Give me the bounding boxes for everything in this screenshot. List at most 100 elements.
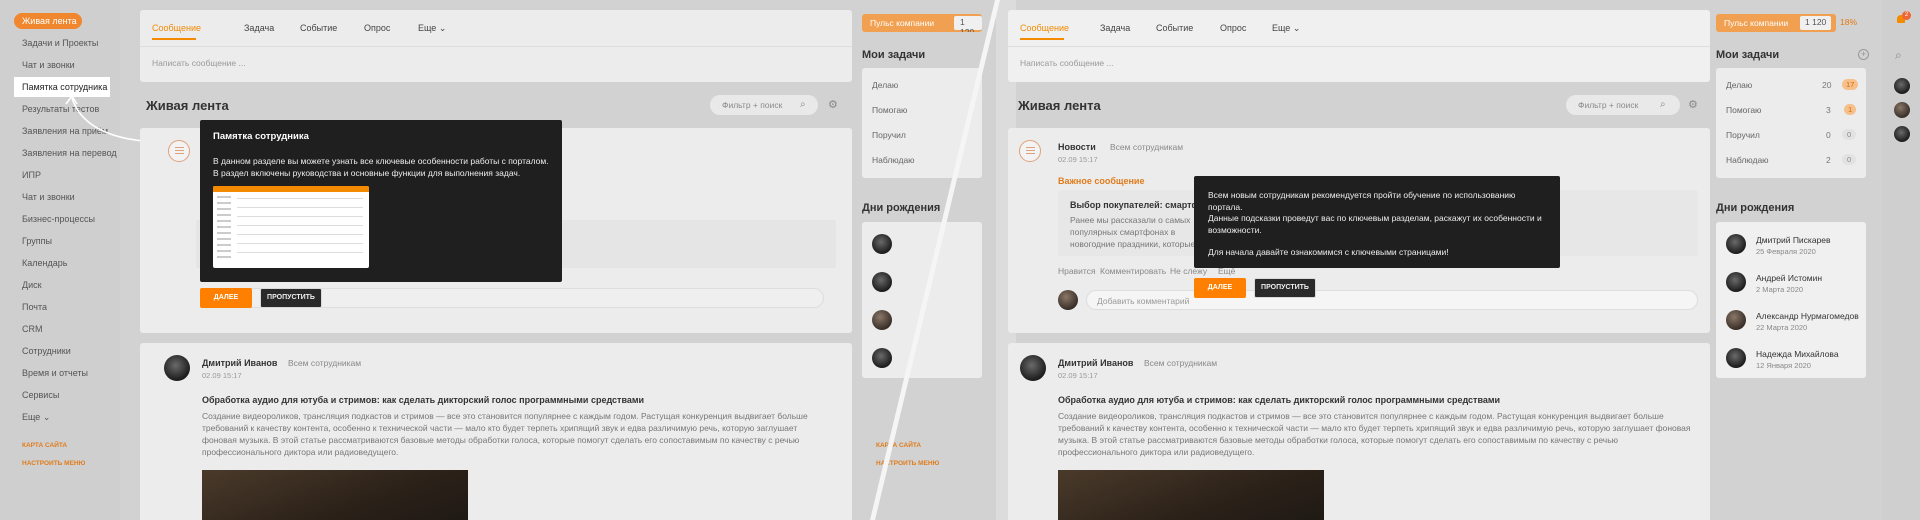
notification-bell-icon[interactable]: 2 xyxy=(1895,11,1911,26)
birthday-name[interactable]: Андрей Истомин xyxy=(1756,273,1822,283)
pulse-label: Пульс компании xyxy=(1724,18,1789,28)
popup-preview-image xyxy=(213,186,369,268)
menu-item[interactable]: Бизнес-процессы xyxy=(22,214,95,224)
avatar[interactable] xyxy=(1726,348,1746,368)
birthday-date: 2 Марта 2020 xyxy=(1756,285,1804,294)
menu-item-more[interactable]: Еще ⌄ xyxy=(22,412,50,423)
task-count: 0 xyxy=(1826,130,1831,140)
task-count: 2 xyxy=(1826,155,1831,165)
post-destination[interactable]: Всем сотрудникам xyxy=(1144,358,1217,368)
menu-item[interactable]: Группы xyxy=(22,236,52,246)
tab-poll[interactable]: Опрос xyxy=(364,23,390,33)
menu-item-live-feed[interactable]: Живая лента xyxy=(14,13,82,29)
search-icon[interactable]: ⌕ xyxy=(800,99,806,110)
tab-task[interactable]: Задача xyxy=(244,23,274,33)
birthday-name[interactable]: Надежда Михайлова xyxy=(1756,349,1839,359)
avatar[interactable] xyxy=(1894,126,1910,142)
menu-item[interactable]: Сотрудники xyxy=(22,346,71,356)
birthday-name[interactable]: Дмитрий Пискарев xyxy=(1756,235,1831,245)
tab-underline xyxy=(152,38,196,40)
post-author[interactable]: Дмитрий Иванов xyxy=(202,358,277,368)
search-icon[interactable]: ⌕ xyxy=(1660,99,1666,110)
search-icon[interactable]: ⌕ xyxy=(1895,48,1902,63)
post-title[interactable]: Обработка аудио для ютуба и стримов: как… xyxy=(1058,395,1698,405)
right-toolbar: 2 ⌕ xyxy=(1882,0,1920,520)
tab-underline xyxy=(1020,38,1064,40)
message-input[interactable]: Написать сообщение ... xyxy=(1020,58,1114,68)
pulse-value: 1 120 xyxy=(1800,16,1832,30)
comment-input[interactable]: Добавить комментарий xyxy=(1086,290,1698,310)
post-card: Дмитрий Иванов Всем сотрудникам 02.09 15… xyxy=(140,343,852,520)
message-input[interactable]: Написать сообщение ... xyxy=(152,58,246,68)
tab-more[interactable]: Еще ⌄ xyxy=(418,23,446,34)
post-image[interactable] xyxy=(202,470,468,520)
menu-item[interactable]: Заявления на перевод xyxy=(22,148,117,158)
gear-icon[interactable]: ⚙ xyxy=(1688,98,1698,111)
post-destination[interactable]: Всем сотрудникам xyxy=(1110,142,1183,152)
birthday-date: 12 Января 2020 xyxy=(1756,361,1811,370)
popup-text: Для начала давайте ознакомимся с ключевы… xyxy=(1208,247,1449,257)
tab-event[interactable]: Событие xyxy=(1156,23,1193,33)
task-row-assigned[interactable]: Поручил xyxy=(1726,130,1760,140)
post-time: 02.09 15:17 xyxy=(1058,155,1098,164)
post-card: Дмитрий Иванов Всем сотрудникам 02.09 15… xyxy=(1008,343,1710,520)
avatar[interactable] xyxy=(1726,234,1746,254)
post-destination[interactable]: Всем сотрудникам xyxy=(288,358,361,368)
menu-item[interactable]: ИПР xyxy=(22,170,41,180)
avatar[interactable] xyxy=(164,355,190,381)
task-badge[interactable]: 0 xyxy=(1842,129,1857,140)
menu-settings-link[interactable]: НАСТРОИТЬ МЕНЮ xyxy=(22,460,85,467)
comment-action[interactable]: Комментировать xyxy=(1100,266,1166,276)
menu-item[interactable]: Почта xyxy=(22,302,47,312)
tab-more[interactable]: Еще ⌄ xyxy=(1272,23,1300,34)
post-title[interactable]: Обработка аудио для ютуба и стримов: как… xyxy=(202,395,842,405)
popup-text: Данные подсказки проведут вас по ключевы… xyxy=(1208,213,1542,235)
avatar[interactable] xyxy=(1894,102,1910,118)
task-count: 20 xyxy=(1822,80,1832,90)
tab-task[interactable]: Задача xyxy=(1100,23,1130,33)
task-row-helping[interactable]: Помогаю xyxy=(1726,105,1761,115)
task-badge[interactable]: 0 xyxy=(1842,154,1857,165)
menu-item[interactable]: CRM xyxy=(22,324,43,334)
tab-message[interactable]: Сообщение xyxy=(1020,23,1069,33)
post-author[interactable]: Дмитрий Иванов xyxy=(1058,358,1133,368)
post-time: 02.09 15:17 xyxy=(1058,371,1098,380)
avatar[interactable] xyxy=(1058,290,1078,310)
birthday-name[interactable]: Александр Нурмагомедов xyxy=(1756,311,1859,321)
next-button[interactable]: ДАЛЕЕ xyxy=(200,288,252,308)
task-badge[interactable]: 17 xyxy=(1842,79,1859,90)
avatar[interactable] xyxy=(1726,310,1746,330)
site-map-link[interactable]: КАРТА САЙТА xyxy=(22,442,67,449)
avatar[interactable] xyxy=(1726,272,1746,292)
tab-message[interactable]: Сообщение xyxy=(152,23,201,33)
post-category[interactable]: Новости xyxy=(1058,142,1096,152)
menu-item[interactable]: Календарь xyxy=(22,258,67,268)
task-badge[interactable]: 1 xyxy=(1844,104,1857,115)
menu-item[interactable]: Задачи и Проекты xyxy=(22,38,98,48)
task-row-watching[interactable]: Наблюдаю xyxy=(1726,155,1769,165)
menu-item[interactable]: Сервисы xyxy=(22,390,59,400)
important-label: Важное сообщение xyxy=(1058,176,1145,186)
menu-item[interactable]: Чат и звонки xyxy=(22,192,75,202)
skip-button[interactable]: ПРОПУСТИТЬ xyxy=(1254,278,1316,298)
avatar[interactable] xyxy=(1894,78,1910,94)
menu-item[interactable]: Время и отчеты xyxy=(22,368,88,378)
post-image[interactable] xyxy=(1058,470,1324,520)
skip-button[interactable]: ПРОПУСТИТЬ xyxy=(260,288,322,308)
menu-item[interactable]: Чат и звонки xyxy=(22,60,75,70)
avatar[interactable] xyxy=(1020,355,1046,381)
task-count: 3 xyxy=(1826,105,1831,115)
menu-item[interactable]: Диск xyxy=(22,280,42,290)
compose-card: Сообщение Задача Событие Опрос Еще ⌄ Нап… xyxy=(140,10,852,82)
like-action[interactable]: Нравится xyxy=(1058,266,1096,276)
tab-event[interactable]: Событие xyxy=(300,23,337,33)
birthdays-card: Дмитрий Пискарев 25 Февраля 2020 Андрей … xyxy=(1716,222,1866,378)
next-button[interactable]: ДАЛЕЕ xyxy=(1194,278,1246,298)
tour-popup: Памятка сотрудника В данном разделе вы м… xyxy=(200,120,562,282)
add-task-icon[interactable]: + xyxy=(1858,49,1869,60)
gear-icon[interactable]: ⚙ xyxy=(828,98,838,111)
left-sidebar: Живая лента Задачи и Проекты Чат и звонк… xyxy=(0,0,120,520)
task-row-doing[interactable]: Делаю xyxy=(1726,80,1752,90)
tab-poll[interactable]: Опрос xyxy=(1220,23,1246,33)
notification-count: 2 xyxy=(1902,11,1911,20)
